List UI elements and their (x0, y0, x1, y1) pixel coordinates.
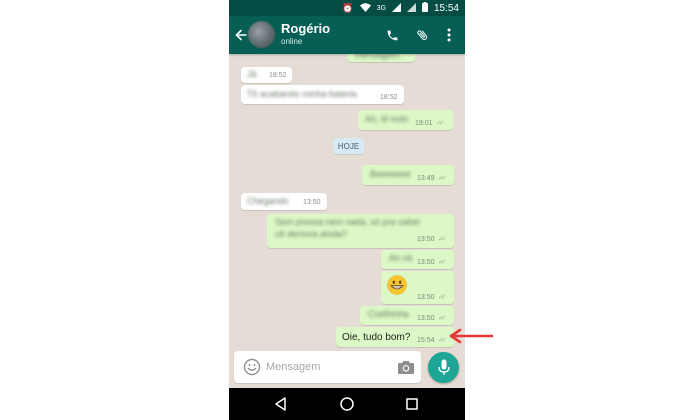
mic-button[interactable] (428, 352, 459, 383)
mic-icon (437, 359, 450, 375)
message-time: 13:50 (303, 199, 321, 206)
status-bar: ⏰ 3G 15:54 (229, 0, 465, 16)
message-bubble-incoming[interactable]: Tô acabando minha bateria 18:52 (241, 85, 404, 104)
double-check-icon: ✓✓ (438, 315, 447, 322)
alarm-icon: ⏰ (342, 2, 354, 13)
phone-screen: ⏰ 3G 15:54 Rogério online mensagem Já 18… (229, 0, 465, 420)
message-bubble-outgoing[interactable]: 13:50 ✓✓ (381, 271, 454, 304)
double-check-icon: ✓✓ (438, 259, 447, 266)
message-bubble-outgoing[interactable]: Oie, tudo bom? 15:54 ✓✓ (336, 327, 454, 347)
network-type-label: 3G (376, 4, 386, 12)
emoji-icon[interactable] (243, 358, 261, 376)
chat-area[interactable]: mensagem Já 18:52 Tô acabando minha bate… (229, 50, 465, 348)
contact-status: online (281, 37, 303, 46)
back-arrow-icon[interactable] (233, 25, 249, 45)
signal-2-icon (406, 2, 416, 14)
message-time: 19:01 (415, 120, 433, 127)
phone-icon[interactable] (382, 24, 402, 46)
nav-back-icon[interactable] (273, 396, 289, 412)
message-bubble-outgoing[interactable]: Sem pressa nem nada, só pra saber cê dem… (267, 214, 454, 248)
message-time: 15:54 (417, 337, 435, 344)
grinning-emoji-icon (387, 275, 407, 295)
signal-icon (391, 2, 401, 14)
contact-avatar[interactable] (248, 21, 275, 48)
annotation-arrow-icon (448, 328, 494, 344)
status-time: 15:54 (433, 2, 459, 14)
nav-home-icon[interactable] (339, 396, 355, 412)
more-vert-icon[interactable] (439, 24, 459, 46)
double-check-icon: ✓✓ (438, 294, 447, 301)
paperclip-icon[interactable] (412, 24, 432, 46)
contact-name[interactable]: Rogério (281, 21, 330, 36)
android-nav-bar (229, 388, 465, 420)
message-composer (234, 351, 421, 383)
message-time: 13:50 (417, 236, 435, 243)
double-check-icon: ✓✓ (438, 337, 447, 344)
double-check-icon: ✓✓ (438, 175, 447, 182)
message-bubble-incoming[interactable]: Chegando 13:50 (241, 193, 327, 210)
camera-icon[interactable] (397, 359, 415, 375)
message-bubble-incoming[interactable]: Já 18:52 (241, 67, 292, 83)
day-separator: HOJE (333, 138, 364, 154)
message-bubble-outgoing[interactable]: Ah, tô indo 19:01 ✓✓ (358, 110, 453, 130)
nav-recents-icon[interactable] (404, 396, 420, 412)
message-time: 18:52 (269, 72, 287, 79)
chat-header: Rogério online (229, 16, 465, 54)
message-time: 18:52 (380, 94, 398, 101)
message-bubble-outgoing[interactable]: Ah né 13:50 ✓✓ (381, 250, 454, 269)
message-time: 13:49 (417, 175, 435, 182)
message-bubble-outgoing[interactable]: Beeeeeee 13:49 ✓✓ (362, 165, 454, 185)
wifi-icon (359, 2, 371, 14)
double-check-icon: ✓✓ (436, 120, 445, 127)
message-time: 13:50 (417, 294, 435, 301)
message-input[interactable] (266, 358, 386, 376)
message-time: 13:50 (417, 259, 435, 266)
battery-icon (421, 2, 428, 14)
message-text: Oie, tudo bom? (342, 332, 411, 343)
message-bubble-outgoing[interactable]: Coelhinha 13:50 ✓✓ (360, 306, 454, 325)
message-time: 13:50 (417, 315, 435, 322)
double-check-icon: ✓✓ (438, 236, 447, 243)
